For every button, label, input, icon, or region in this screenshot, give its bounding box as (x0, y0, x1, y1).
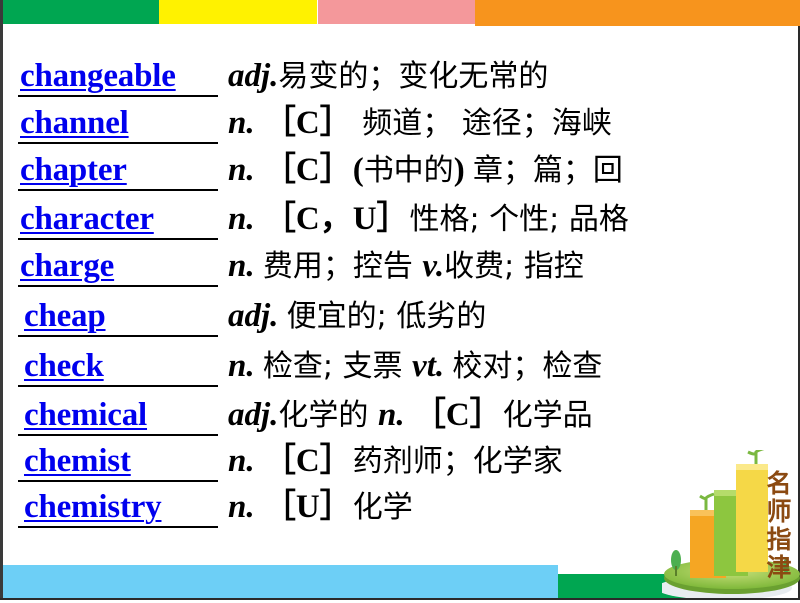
logo-char: 津 (766, 553, 792, 582)
definition-text: 费用；控告 (262, 249, 423, 284)
countability-label: ［C］( (262, 152, 364, 188)
top-bar-yellow (159, 0, 317, 24)
word-blank-line: check (18, 343, 218, 387)
part-of-speech: n. (228, 348, 263, 384)
countability-label: ［C］ (262, 443, 353, 479)
logo-char: 师 (766, 497, 792, 526)
vocab-entry: chemical adj.化学的 n. ［C］化学品 (18, 392, 758, 438)
definition-text: 频道； 途径；海峡 (352, 106, 612, 141)
vocab-word-link[interactable]: chemist (24, 442, 131, 480)
definition-text: 书中的 (363, 153, 454, 188)
vocab-entry: charge n. 费用；控告 v.收费; 指控 (18, 243, 758, 289)
vocab-definition: n. ［C］ 频道； 途径；海峡 (228, 100, 612, 146)
vocab-entry: changeable adj.易变的；变化无常的 (18, 53, 758, 99)
vocab-definition: n. 费用；控告 v.收费; 指控 (228, 243, 584, 289)
slide-border-left (0, 0, 3, 600)
vocab-definition: n. 检查; 支票 vt. 校对；检查 (228, 343, 602, 389)
vocab-definition: adj.易变的；变化无常的 (228, 53, 548, 99)
word-blank-line: charge (18, 243, 218, 287)
definition-text: 收费; 指控 (444, 249, 584, 284)
part-of-speech: n. (228, 248, 263, 284)
logo-char: 名 (766, 469, 792, 498)
vocab-definition: n. ［C］药剂师；化学家 (228, 438, 563, 484)
vocab-definition: adj.化学的 n. ［C］化学品 (228, 392, 593, 438)
vocab-definition: adj. 便宜的; 低劣的 (228, 293, 486, 339)
vocab-entry: chapter n. ［C］(书中的) 章；篇；回 (18, 147, 758, 193)
part-of-speech: n. (377, 397, 413, 433)
vocab-word-link[interactable]: character (20, 200, 154, 238)
part-of-speech: adj. (228, 58, 279, 94)
definition-text: 章；篇；回 (472, 153, 623, 188)
vocab-entry: channel n. ［C］ 频道； 途径；海峡 (18, 100, 758, 146)
word-blank-line: chapter (18, 147, 218, 191)
vocab-entry: chemist n. ［C］药剂师；化学家 (18, 438, 758, 484)
countability-label: ［C］ (262, 105, 353, 141)
definition-text: 化学 (352, 490, 413, 525)
word-blank-line: channel (18, 100, 218, 144)
vocab-entry: character n. ［C，U］性格; 个性; 品格 (18, 196, 758, 242)
vocab-word-link[interactable]: cheap (24, 297, 106, 335)
logo-text: 名 师 指 津 (764, 470, 794, 582)
definition-text: 易变的；变化无常的 (278, 59, 549, 94)
definition-text: 性格; 个性; 品格 (409, 202, 629, 237)
part-of-speech: n. (228, 105, 263, 141)
part-of-speech: n. (228, 489, 263, 525)
vocab-word-link[interactable]: channel (20, 104, 129, 142)
definition-text: 校对；检查 (452, 349, 603, 384)
top-bar-pink (318, 0, 475, 24)
vocab-entry: cheap adj. 便宜的; 低劣的 (18, 293, 758, 339)
vocab-entry: check n. 检查; 支票 vt. 校对；检查 (18, 343, 758, 389)
part-of-speech: n. (228, 201, 263, 237)
word-blank-line: chemist (18, 438, 218, 482)
word-blank-line: changeable (18, 53, 218, 97)
vocab-word-link[interactable]: chapter (20, 151, 127, 189)
vocab-definition: n. ［U］化学 (228, 484, 413, 530)
vocab-word-link[interactable]: chemistry (24, 488, 162, 526)
part-of-speech: vt. (412, 348, 453, 384)
definition-text: 检查; 支票 (262, 349, 413, 384)
vocab-word-link[interactable]: charge (20, 247, 114, 285)
vocab-entry: chemistry n. ［U］化学 (18, 484, 758, 530)
part-of-speech: adj. (228, 397, 279, 433)
word-blank-line: character (18, 196, 218, 240)
word-blank-line: cheap (18, 293, 218, 337)
vocab-word-link[interactable]: chemical (24, 396, 147, 434)
countability-label: ［U］ (262, 489, 353, 525)
logo-char: 指 (766, 525, 792, 554)
word-blank-line: chemical (18, 392, 218, 436)
definition-text: 化学品 (502, 398, 593, 433)
word-blank-line: chemistry (18, 484, 218, 528)
vocab-word-link[interactable]: changeable (20, 57, 176, 95)
countability-label: ) (453, 152, 473, 188)
part-of-speech: n. (228, 443, 263, 479)
definition-text: 药剂师；化学家 (352, 444, 563, 479)
teacher-guide-logo: 名 师 指 津 (656, 446, 800, 600)
vocab-definition: n. ［C，U］性格; 个性; 品格 (228, 196, 629, 242)
vocab-definition: n. ［C］(书中的) 章；篇；回 (228, 147, 623, 193)
top-bar-orange (475, 0, 800, 26)
definition-text: 便宜的; 低劣的 (286, 299, 487, 334)
part-of-speech: adj. (228, 298, 287, 334)
part-of-speech: v. (422, 248, 445, 284)
definition-text: 化学的 (278, 398, 378, 433)
countability-label: ［C，U］ (262, 201, 410, 237)
part-of-speech: n. (228, 152, 263, 188)
top-bar-green (3, 0, 159, 24)
vocab-word-link[interactable]: check (24, 347, 104, 385)
bottom-bar-light-blue (3, 565, 558, 598)
countability-label: ［C］ (412, 397, 503, 433)
